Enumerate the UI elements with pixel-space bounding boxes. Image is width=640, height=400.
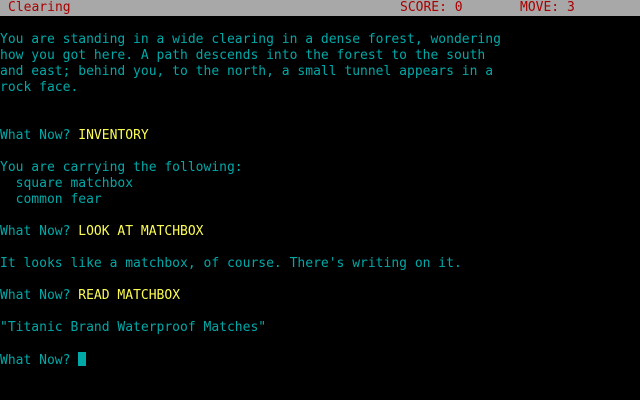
prompt: What Now?	[0, 128, 79, 143]
player-command: READ MATCHBOX	[78, 288, 181, 303]
command-line: What Now? INVENTORY	[0, 128, 640, 144]
score-display: SCORE: 0	[400, 0, 463, 15]
inventory-item: square matchbox	[0, 176, 134, 191]
prompt: What Now?	[0, 224, 79, 239]
inventory-item: common fear	[0, 192, 102, 207]
intro-line: You are standing in a wide clearing in a…	[0, 32, 501, 47]
prompt: What Now?	[0, 288, 79, 303]
inventory-header: You are carrying the following:	[0, 160, 243, 175]
command-line: What Now? LOOK AT MATCHBOX	[0, 224, 640, 240]
text-cursor[interactable]	[78, 352, 87, 366]
intro-line: how you got here. A path descends into t…	[0, 48, 486, 63]
intro-line: rock face.	[0, 80, 79, 95]
prompt: What Now?	[0, 353, 79, 368]
player-command: LOOK AT MATCHBOX	[78, 224, 204, 239]
command-line: What Now? READ MATCHBOX	[0, 288, 640, 304]
game-response: "Titanic Brand Waterproof Matches"	[0, 320, 267, 335]
game-transcript: You are standing in a wide clearing in a…	[0, 32, 640, 368]
location-name: Clearing	[8, 0, 71, 15]
input-line[interactable]: What Now?	[0, 352, 640, 368]
game-response: It looks like a matchbox, of course. The…	[0, 256, 462, 271]
status-bar: Clearing SCORE: 0 MOVE: 3	[0, 0, 640, 16]
intro-line: and east; behind you, to the north, a sm…	[0, 64, 494, 79]
move-counter: MOVE: 3	[520, 0, 575, 15]
player-command: INVENTORY	[78, 128, 149, 143]
